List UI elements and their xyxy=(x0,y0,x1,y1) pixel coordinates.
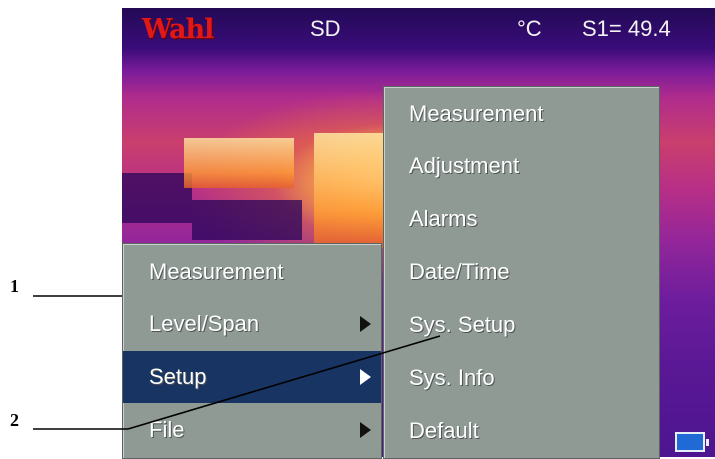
callout-pointer-2 xyxy=(127,335,441,430)
callout-label-2: 2 xyxy=(10,410,19,430)
callout-lines xyxy=(33,295,441,430)
callout-label-1: 1 xyxy=(10,276,19,296)
